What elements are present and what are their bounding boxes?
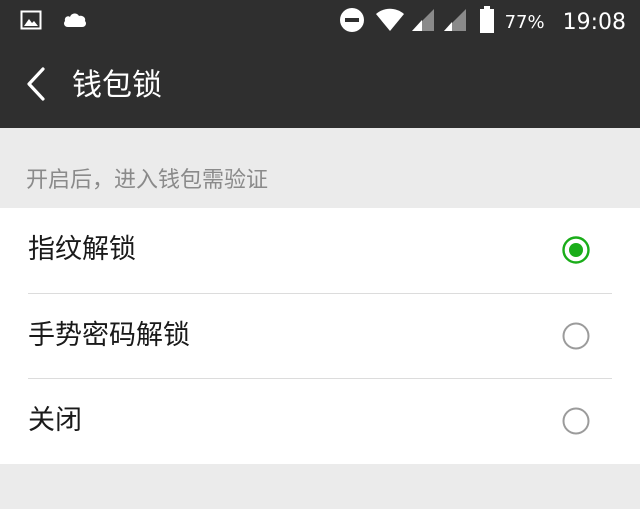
cell-signal-icon <box>441 8 467 36</box>
radio-selected-icon[interactable] <box>562 236 590 264</box>
radio-unselected-icon[interactable] <box>562 407 590 435</box>
app-bar: 钱包锁 <box>0 44 640 128</box>
chevron-left-icon <box>24 66 48 106</box>
page-title: 钱包锁 <box>72 68 162 103</box>
do-not-disturb-icon <box>339 7 365 37</box>
option-off[interactable]: 关闭 <box>0 379 640 464</box>
cloud-notification-icon <box>62 11 88 33</box>
gallery-notification-icon <box>20 10 42 34</box>
lock-options-list: 指纹解锁 手势密码解锁 关闭 <box>0 208 640 464</box>
wifi-icon <box>375 8 405 36</box>
status-notifications <box>20 9 88 35</box>
cell-signal-icon <box>409 8 435 36</box>
battery-icon <box>479 6 495 38</box>
section-hint: 开启后，进入钱包需验证 <box>26 168 269 193</box>
status-clock: 19:08 <box>562 9 626 35</box>
status-bar: 77% 19:08 <box>0 0 640 44</box>
back-button[interactable] <box>14 64 58 108</box>
option-fingerprint-unlock[interactable]: 指纹解锁 <box>0 208 640 293</box>
battery-percent: 77% <box>504 11 545 33</box>
option-label: 关闭 <box>28 405 82 436</box>
option-label: 指纹解锁 <box>28 234 136 265</box>
radio-unselected-icon[interactable] <box>562 322 590 350</box>
option-label: 手势密码解锁 <box>28 320 190 351</box>
option-gesture-unlock[interactable]: 手势密码解锁 <box>0 294 640 379</box>
status-indicators: 77% 19:08 <box>339 0 626 44</box>
